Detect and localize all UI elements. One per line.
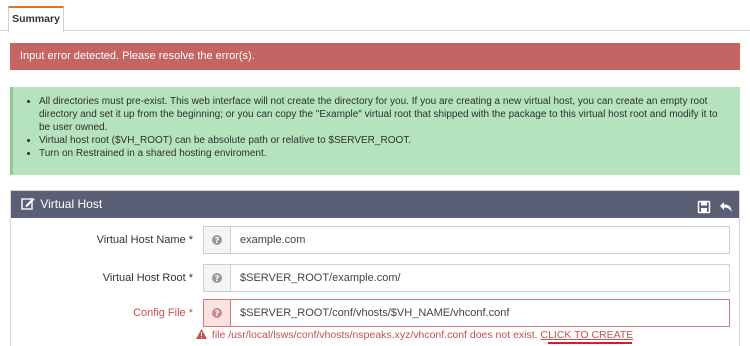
- config-file-field[interactable]: $SERVER_ROOT/conf/vhosts/$VH_NAME/vhconf…: [230, 299, 730, 327]
- vhost-root-field[interactable]: $SERVER_ROOT/example.com/: [230, 264, 730, 292]
- click-to-create-link[interactable]: CLICK TO CREATE: [541, 329, 634, 341]
- back-icon[interactable]: [719, 197, 733, 212]
- info-item: All directories must pre-exist. This web…: [39, 95, 730, 134]
- config-file-row: Config File * ? $SERVER_ROOT/conf/vhosts…: [11, 299, 739, 327]
- vhost-name-row: Virtual Host Name * ? example.com: [11, 226, 739, 254]
- svg-text:?: ?: [215, 309, 220, 318]
- info-item: Virtual host root ($VH_ROOT) can be abso…: [39, 134, 730, 147]
- info-list: All directories must pre-exist. This web…: [39, 95, 730, 160]
- panel-title: Virtual Host: [40, 197, 103, 211]
- vhost-root-label: Virtual Host Root *: [102, 272, 193, 284]
- virtual-host-panel: Virtual Host Virtual Host Name * ? examp…: [10, 190, 740, 346]
- help-icon[interactable]: ?: [203, 299, 231, 327]
- tab-bar: Summary: [0, 0, 750, 32]
- vhost-root-row: Virtual Host Root * ? $SERVER_ROOT/examp…: [11, 264, 739, 292]
- highlight-underline: [548, 342, 632, 344]
- edit-icon: [21, 193, 35, 210]
- warning-icon: [196, 329, 207, 339]
- config-file-label: Config File *: [133, 307, 193, 319]
- svg-text:?: ?: [215, 236, 220, 245]
- config-file-error: file /usr/local/lsws/conf/vhosts/nspeaks…: [196, 329, 633, 341]
- save-icon[interactable]: [697, 197, 711, 214]
- info-box: All directories must pre-exist. This web…: [10, 87, 740, 175]
- help-icon[interactable]: ?: [203, 226, 231, 254]
- svg-text:?: ?: [215, 274, 220, 283]
- help-icon[interactable]: ?: [203, 264, 231, 292]
- vhost-name-label: Virtual Host Name *: [96, 234, 193, 246]
- tab-summary[interactable]: Summary: [8, 6, 64, 32]
- panel-header: Virtual Host: [11, 191, 739, 218]
- info-item: Turn on Restrained in a shared hosting e…: [39, 147, 730, 160]
- vhost-name-field[interactable]: example.com: [230, 226, 730, 254]
- error-banner: Input error detected. Please resolve the…: [10, 43, 740, 70]
- error-message-text: file /usr/local/lsws/conf/vhosts/nspeaks…: [211, 329, 538, 341]
